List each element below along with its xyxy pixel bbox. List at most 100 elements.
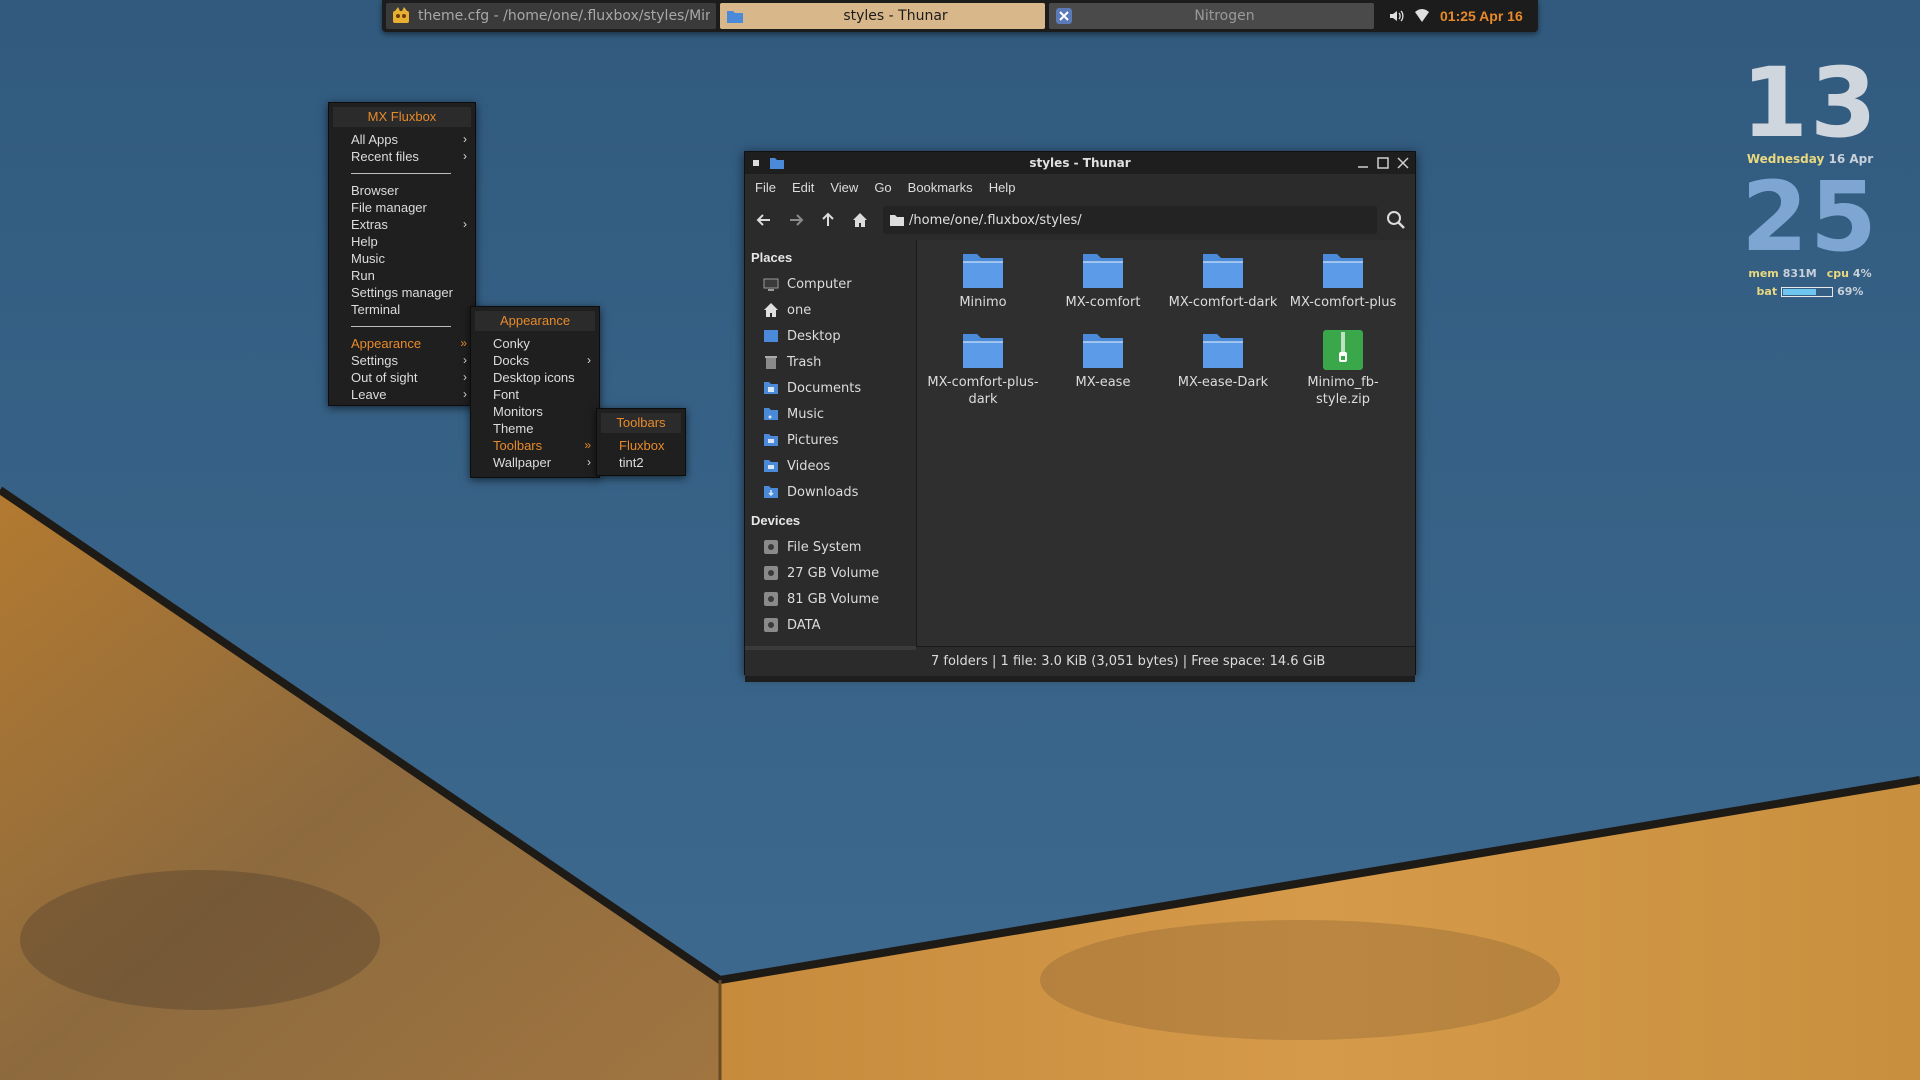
sidebar-item-videos[interactable]: Videos [745,453,916,479]
menu-item-label: Fluxbox [619,438,665,453]
taskbar-task-thunar[interactable]: styles - Thunar [720,3,1045,29]
close-icon[interactable] [1397,157,1409,169]
menu-item-leave[interactable]: Leave › [329,386,475,403]
menu-item-settings[interactable]: Settings › [329,352,475,369]
menu-item-label: Leave [351,387,387,402]
menu-item-label: Conky [493,336,530,351]
file-item[interactable]: MX-comfort-plus [1283,250,1403,330]
appearance-submenu-title: Appearance [475,311,595,331]
menu-go[interactable]: Go [866,180,899,195]
sidebar-item-downloads[interactable]: Downloads [745,479,916,505]
double-chevron-right-icon: » [584,438,591,452]
menu-item-settings-manager[interactable]: Settings manager [329,284,475,301]
menu-item-help[interactable]: Help [329,233,475,250]
sidebar-item-documents[interactable]: Documents [745,375,916,401]
file-item[interactable]: MX-comfort [1043,250,1163,330]
folder-icon [890,215,904,226]
chevron-right-icon: › [587,455,591,469]
wifi-icon[interactable] [1414,8,1430,24]
conky-cpu-label: cpu [1826,267,1849,280]
chevron-right-icon: › [463,217,467,231]
minimize-icon[interactable] [1357,157,1369,169]
menu-item-tint2[interactable]: tint2 [597,454,685,471]
window-content: Places Computer one Desktop Trash Docume… [745,240,1415,650]
menu-item-conky[interactable]: Conky [471,335,599,352]
menu-item-wallpaper[interactable]: Wallpaper › [471,454,599,471]
up-button[interactable] [815,207,841,233]
sidebar-item-desktop[interactable]: Desktop [745,323,916,349]
sidebar-item-81gb-volume[interactable]: 81 GB Volume [745,586,916,612]
double-chevron-right-icon: » [460,336,467,350]
menu-item-font[interactable]: Font [471,386,599,403]
menu-item-fluxbox[interactable]: Fluxbox [597,437,685,454]
menu-item-docks[interactable]: Docks › [471,352,599,369]
sidebar-item-one[interactable]: one [745,297,916,323]
menu-item-file-manager[interactable]: File manager [329,199,475,216]
back-button[interactable] [751,207,777,233]
menu-item-extras[interactable]: Extras › [329,216,475,233]
menu-item-monitors[interactable]: Monitors [471,403,599,420]
file-item[interactable]: MX-comfort-plus-dark [923,330,1043,410]
file-name: MX-comfort-plus-dark [927,375,1039,407]
sidebar-item-trash[interactable]: Trash [745,349,916,375]
menu-item-all-apps[interactable]: All Apps › [329,131,475,148]
window-titlebar[interactable]: styles - Thunar [745,152,1415,174]
menu-bookmarks[interactable]: Bookmarks [900,180,981,195]
menu-item-toolbars[interactable]: Toolbars » [471,437,599,454]
sidebar-item-computer[interactable]: Computer [745,271,916,297]
sidebar-scrollbar[interactable] [745,646,916,650]
file-item[interactable]: Minimo_fb-style.zip [1283,330,1403,410]
sidebar-item-27gb-volume[interactable]: 27 GB Volume [745,560,916,586]
menu-item-appearance[interactable]: Appearance » [329,335,475,352]
menu-item-out-of-sight[interactable]: Out of sight › [329,369,475,386]
zip-archive-icon [1323,330,1363,370]
maximize-icon[interactable] [1377,157,1389,169]
sidebar-item-label: File System [787,539,862,555]
search-icon [1387,211,1405,229]
taskbar-clock[interactable]: 01:25 Apr 16 [1440,8,1523,24]
menu-item-label: Music [351,251,385,266]
menu-item-label: Out of sight [351,370,418,385]
menu-item-terminal[interactable]: Terminal [329,301,475,318]
menu-item-desktop-icons[interactable]: Desktop icons [471,369,599,386]
menu-file[interactable]: File [747,180,784,195]
menu-item-label: Desktop icons [493,370,575,385]
file-item[interactable]: MX-ease [1043,330,1163,410]
menu-item-browser[interactable]: Browser [329,182,475,199]
sidebar-item-data[interactable]: DATA [745,612,916,638]
volume-icon[interactable] [1388,8,1404,24]
taskbar-task-nitrogen[interactable]: Nitrogen [1049,3,1374,29]
file-name: MX-comfort-plus [1289,295,1397,310]
location-bar[interactable]: /home/one/.fluxbox/styles/ [883,206,1377,234]
sidebar-item-music[interactable]: Music [745,401,916,427]
menu-separator [351,173,451,174]
menu-item-theme[interactable]: Theme [471,420,599,437]
menu-edit[interactable]: Edit [784,180,822,195]
menu-item-recent-files[interactable]: Recent files › [329,148,475,165]
file-item[interactable]: Minimo [923,250,1043,330]
pictures-folder-icon [764,434,778,446]
sidebar-item-pictures[interactable]: Pictures [745,427,916,453]
file-view: Minimo MX-comfort MX-comfort-dark MX-com… [917,240,1415,646]
forward-button[interactable] [783,207,809,233]
menu-item-music[interactable]: Music [329,250,475,267]
menu-item-run[interactable]: Run [329,267,475,284]
thunar-window: styles - Thunar File Edit View Go Bookma… [744,151,1416,682]
menu-view[interactable]: View [822,180,866,195]
file-name: MX-comfort-dark [1168,295,1278,310]
arrow-up-icon [822,212,834,226]
home-button[interactable] [847,207,873,233]
sidebar-item-file-system[interactable]: File System [745,534,916,560]
conky-bat-bar-fill [1783,289,1817,295]
taskbar-task-label: Nitrogen [1194,8,1255,24]
search-button[interactable] [1383,207,1409,233]
folder-icon [727,11,743,23]
trash-icon [765,356,777,369]
menu-item-label: Settings manager [351,285,453,300]
toolbars-submenu-title: Toolbars [601,413,681,433]
file-item[interactable]: MX-ease-Dark [1163,330,1283,410]
menu-help[interactable]: Help [981,180,1024,195]
file-item[interactable]: MX-comfort-dark [1163,250,1283,330]
taskbar-task-editor[interactable]: theme.cfg - /home/one/.fluxbox/styles/Mi… [386,3,716,29]
menu-item-label: Recent files [351,149,419,164]
